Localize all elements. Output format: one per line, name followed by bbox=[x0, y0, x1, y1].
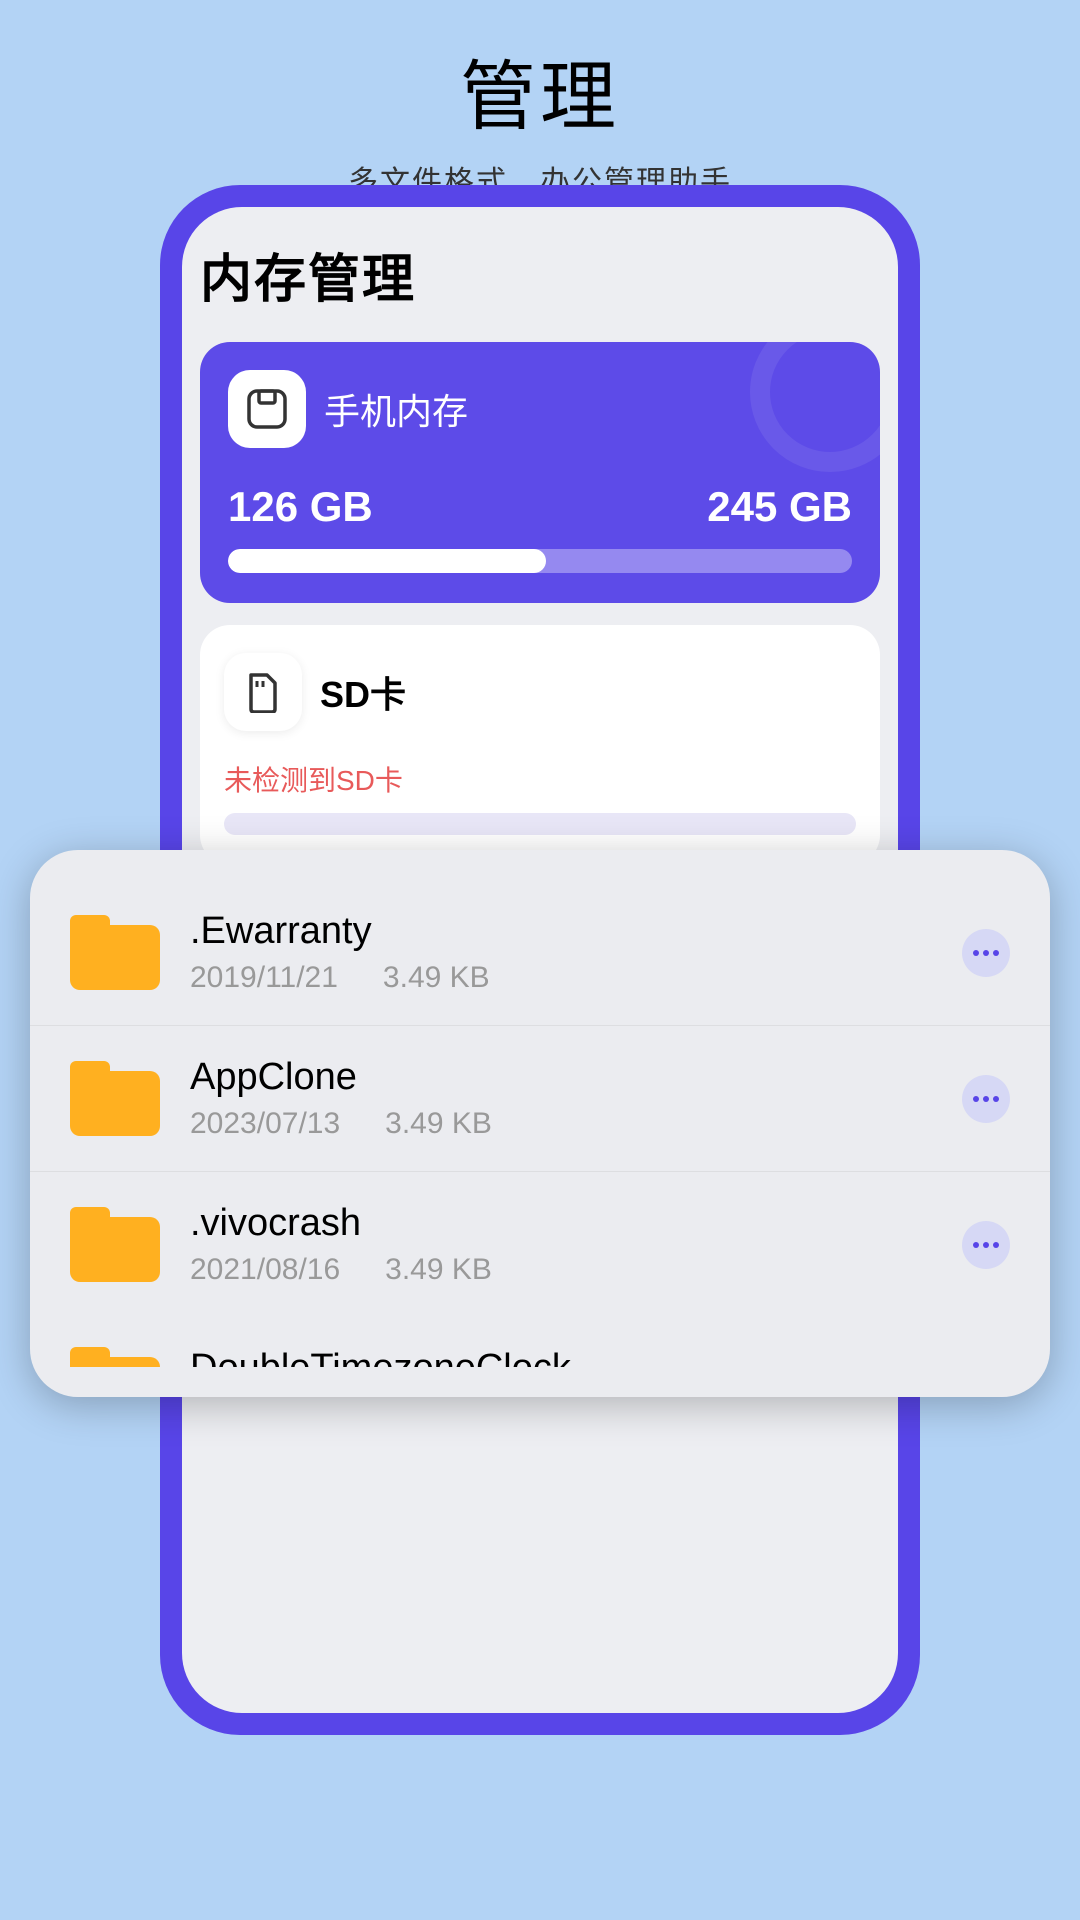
file-list-panel: .Ewarranty 2019/11/21 3.49 KB AppClone 2… bbox=[30, 850, 1050, 1397]
file-size: 3.49 KB bbox=[385, 1253, 492, 1287]
folder-icon bbox=[70, 1207, 160, 1282]
file-date: 2023/07/13 bbox=[190, 1107, 340, 1141]
folder-icon bbox=[70, 1347, 160, 1367]
sd-progress-bar bbox=[224, 813, 856, 835]
file-size: 3.49 KB bbox=[385, 1107, 492, 1141]
storage-used: 126 GB bbox=[228, 483, 373, 531]
more-button[interactable] bbox=[962, 1075, 1010, 1123]
screen-title: 内存管理 bbox=[182, 237, 898, 342]
page-title: 管理 bbox=[0, 35, 1080, 145]
phone-storage-card[interactable]: 手机内存 126 GB 245 GB bbox=[200, 342, 880, 603]
phone-storage-label: 手机内存 bbox=[324, 383, 468, 435]
more-button[interactable] bbox=[962, 929, 1010, 977]
storage-progress-bar bbox=[228, 549, 852, 573]
sd-card-icon bbox=[224, 653, 302, 731]
phone-storage-icon bbox=[228, 370, 306, 448]
file-date: 2021/08/16 bbox=[190, 1253, 340, 1287]
file-name: .Ewarranty bbox=[190, 910, 962, 953]
more-button[interactable] bbox=[962, 1221, 1010, 1269]
file-name: .vivocrash bbox=[190, 1202, 962, 1245]
promo-header: 管理 多文件格式，办公管理助手 bbox=[0, 0, 1080, 201]
storage-progress-fill bbox=[228, 549, 546, 573]
sd-card-section[interactable]: SD卡 未检测到SD卡 bbox=[200, 625, 880, 865]
sd-card-label: SD卡 bbox=[320, 666, 406, 718]
file-name: AppClone bbox=[190, 1056, 962, 1099]
sd-card-warning: 未检测到SD卡 bbox=[224, 759, 856, 799]
storage-total: 245 GB bbox=[707, 483, 852, 531]
file-date: 2019/11/21 bbox=[190, 961, 338, 995]
file-item[interactable]: AppClone 2023/07/13 3.49 KB bbox=[30, 1026, 1050, 1172]
folder-icon bbox=[70, 1061, 160, 1136]
folder-icon bbox=[70, 915, 160, 990]
file-item[interactable]: .Ewarranty 2019/11/21 3.49 KB bbox=[30, 880, 1050, 1026]
file-item[interactable]: .vivocrash 2021/08/16 3.49 KB bbox=[30, 1172, 1050, 1317]
file-name: DoubleTimezoneClock bbox=[190, 1347, 571, 1367]
file-size: 3.49 KB bbox=[383, 961, 490, 995]
file-item-partial[interactable]: DoubleTimezoneClock bbox=[30, 1317, 1050, 1367]
